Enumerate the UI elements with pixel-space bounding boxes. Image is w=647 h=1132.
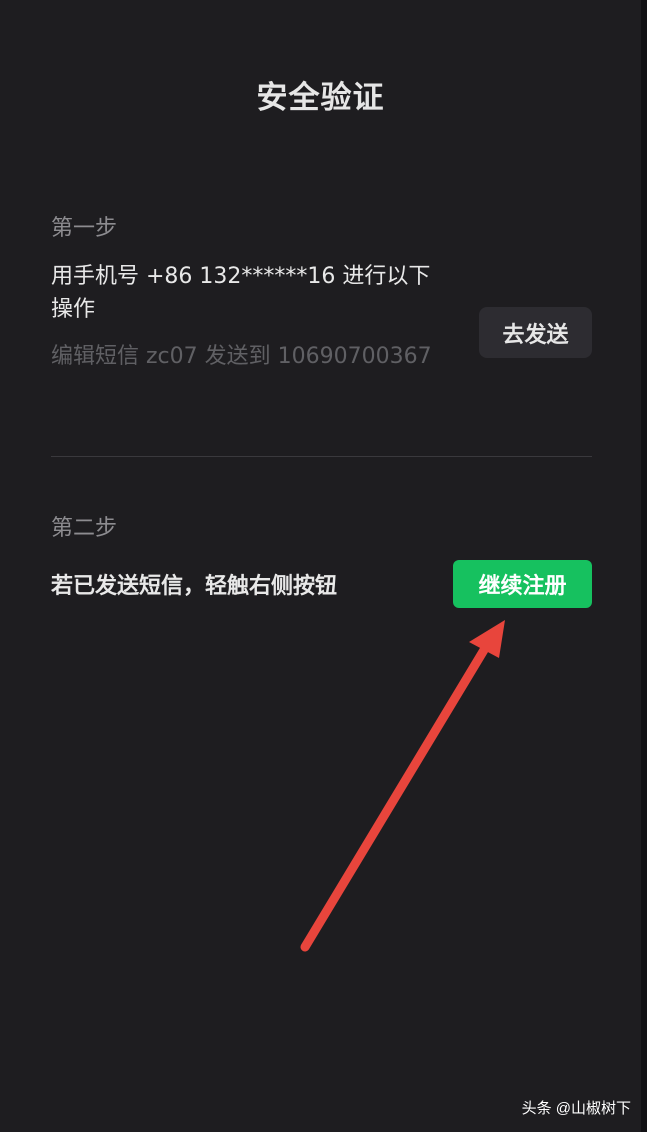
step2-label: 第二步: [51, 516, 118, 541]
continue-register-button[interactable]: 继续注册: [453, 560, 592, 608]
step1-instruction: 用手机号 +86 132******16 进行以下操作: [51, 264, 431, 322]
screen: 安全验证 第一步 用手机号 +86 132******16 进行以下操作 编辑短…: [0, 0, 641, 1132]
edge-strip: [641, 0, 647, 1132]
watermark: 头条 @山椒树下: [521, 1100, 631, 1117]
step2-instruction: 若已发送短信，轻触右侧按钮: [51, 574, 338, 599]
send-button[interactable]: 去发送: [479, 307, 592, 358]
step1-sms-info: 编辑短信 zc07 发送到 10690700367: [51, 344, 432, 369]
step1-label: 第一步: [51, 216, 118, 241]
divider: [51, 456, 592, 457]
page-title: 安全验证: [256, 80, 385, 116]
